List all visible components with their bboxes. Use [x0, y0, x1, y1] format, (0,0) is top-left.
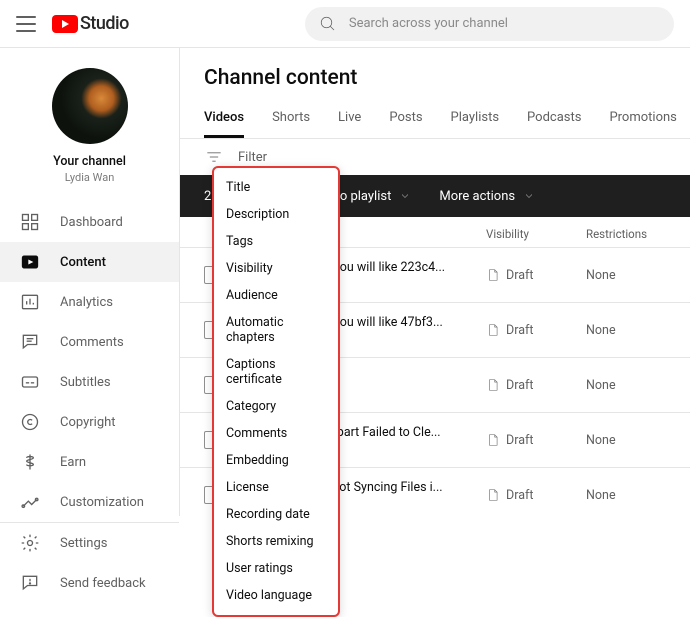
draft-icon [486, 323, 500, 337]
comments-icon [20, 332, 40, 352]
search-icon [319, 15, 337, 33]
dropdown-item[interactable]: Automatic chapters [214, 309, 338, 351]
avatar[interactable] [52, 68, 128, 144]
sidebar-item-dashboard[interactable]: Dashboard [0, 202, 179, 242]
sidebar-item-content[interactable]: Content [0, 242, 179, 282]
sidebar-item-label: Content [60, 255, 106, 270]
copyright-icon [20, 412, 40, 432]
dropdown-item[interactable]: License [214, 474, 338, 501]
sidebar-item-label: Settings [60, 536, 107, 551]
sidebar-item-label: Customization [60, 495, 144, 510]
analytics-icon [20, 292, 40, 312]
visibility-cell: Draft [486, 268, 586, 283]
hamburger-menu-icon[interactable] [16, 16, 36, 32]
youtube-play-icon [52, 15, 78, 33]
filter-icon [204, 147, 224, 167]
youtube-studio-logo[interactable]: Studio [52, 13, 129, 34]
dropdown-item[interactable]: Audience [214, 282, 338, 309]
content-tabs: Videos Shorts Live Posts Playlists Podca… [180, 100, 690, 139]
sidebar-item-settings[interactable]: Settings [0, 523, 179, 563]
sidebar-item-feedback[interactable]: Send feedback [0, 563, 179, 603]
sidebar-item-customization[interactable]: Customization [0, 482, 179, 522]
dropdown-item[interactable]: Tags [214, 228, 338, 255]
more-actions-dropdown[interactable]: More actions [439, 189, 535, 204]
dropdown-item[interactable]: Comments [214, 420, 338, 447]
sidebar-item-label: Comments [60, 335, 124, 350]
chevron-down-icon [523, 190, 535, 202]
dropdown-item[interactable]: Title [214, 174, 338, 201]
restrictions-cell: None [586, 433, 666, 448]
restrictions-cell: None [586, 378, 666, 393]
selected-count: 2 [204, 189, 211, 204]
content-icon [20, 252, 40, 272]
dropdown-item[interactable]: Category [214, 393, 338, 420]
tab-posts[interactable]: Posts [389, 100, 422, 138]
sidebar-item-label: Subtitles [60, 375, 111, 390]
sidebar: Your channel Lydia Wan Dashboard Content… [0, 48, 180, 516]
customization-icon [20, 492, 40, 512]
sidebar-item-comments[interactable]: Comments [0, 322, 179, 362]
logo-text: Studio [80, 13, 129, 34]
dropdown-item[interactable]: Description [214, 201, 338, 228]
dropdown-item[interactable]: Shorts remixing [214, 528, 338, 555]
page-title: Channel content [180, 48, 690, 100]
earn-icon [20, 452, 40, 472]
tab-shorts[interactable]: Shorts [272, 100, 310, 138]
restrictions-cell: None [586, 323, 666, 338]
visibility-cell: Draft [486, 433, 586, 448]
more-actions-label: More actions [439, 189, 515, 204]
sidebar-item-label: Dashboard [60, 215, 123, 230]
feedback-icon [20, 573, 40, 593]
gear-icon [20, 533, 40, 553]
tab-videos[interactable]: Videos [204, 100, 244, 138]
dropdown-item[interactable]: Visibility [214, 255, 338, 282]
sidebar-item-copyright[interactable]: Copyright [0, 402, 179, 442]
sidebar-item-subtitles[interactable]: Subtitles [0, 362, 179, 402]
tab-promotions[interactable]: Promotions [609, 100, 676, 138]
chevron-down-icon [399, 190, 411, 202]
column-restrictions: Restrictions [586, 227, 666, 241]
app-header: Studio Search across your channel [0, 0, 690, 48]
search-placeholder: Search across your channel [349, 16, 508, 31]
channel-name: Lydia Wan [0, 171, 179, 184]
sidebar-item-label: Earn [60, 455, 86, 470]
visibility-cell: Draft [486, 378, 586, 393]
dropdown-item[interactable]: Captions certificate [214, 351, 338, 393]
restrictions-cell: None [586, 488, 666, 503]
sidebar-nav: Dashboard Content Analytics Comments Sub… [0, 202, 179, 522]
channel-avatar-block: Your channel Lydia Wan [0, 58, 179, 198]
sidebar-item-label: Copyright [60, 415, 116, 430]
subtitles-icon [20, 372, 40, 392]
dropdown-item[interactable]: Video language [214, 582, 338, 609]
dropdown-item[interactable]: Recording date [214, 501, 338, 528]
dropdown-item[interactable]: Embedding [214, 447, 338, 474]
visibility-cell: Draft [486, 488, 586, 503]
dashboard-icon [20, 212, 40, 232]
tab-podcasts[interactable]: Podcasts [527, 100, 581, 138]
draft-icon [486, 268, 500, 282]
draft-icon [486, 378, 500, 392]
edit-dropdown-menu: TitleDescriptionTagsVisibilityAudienceAu… [212, 166, 340, 617]
channel-label: Your channel [0, 154, 179, 169]
draft-icon [486, 488, 500, 502]
sidebar-item-label: Analytics [60, 295, 113, 310]
visibility-cell: Draft [486, 323, 586, 338]
draft-icon [486, 433, 500, 447]
restrictions-cell: None [586, 268, 666, 283]
filter-placeholder: Filter [238, 150, 267, 165]
tab-playlists[interactable]: Playlists [451, 100, 499, 138]
tab-live[interactable]: Live [338, 100, 361, 138]
sidebar-bottom: Settings Send feedback [0, 522, 179, 603]
sidebar-item-label: Send feedback [60, 576, 146, 591]
search-input[interactable]: Search across your channel [305, 7, 674, 41]
column-visibility: Visibility [486, 227, 586, 241]
dropdown-item[interactable]: User ratings [214, 555, 338, 582]
sidebar-item-analytics[interactable]: Analytics [0, 282, 179, 322]
sidebar-item-earn[interactable]: Earn [0, 442, 179, 482]
